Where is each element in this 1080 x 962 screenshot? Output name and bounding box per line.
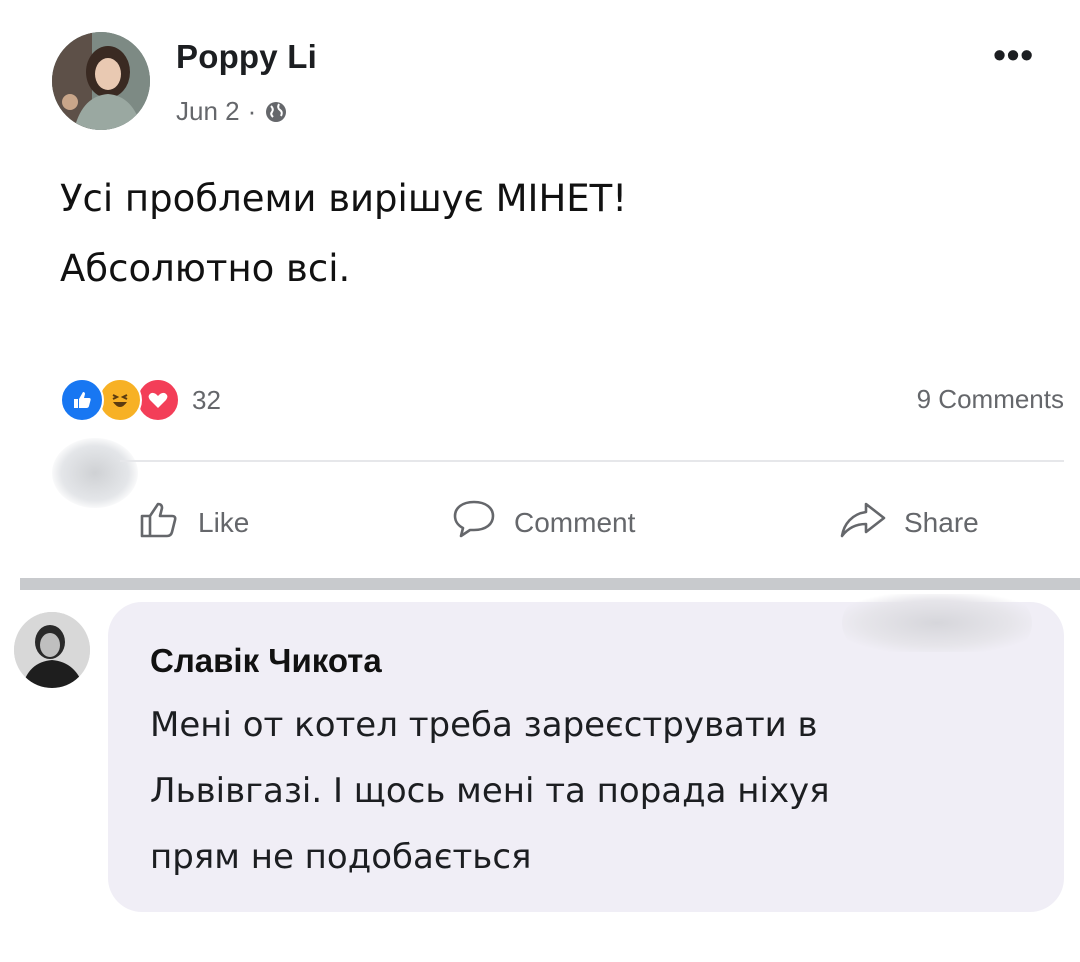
comment-text-line: прям не подобається bbox=[150, 837, 532, 877]
blurred-avatar bbox=[52, 438, 138, 508]
post-author-name[interactable]: Poppy Li bbox=[176, 38, 317, 76]
post-text-line: Усі проблеми вирішує МІНЕТ! bbox=[60, 177, 628, 220]
comment-button[interactable]: Comment bbox=[450, 496, 635, 549]
comment-text-line: Львівгазі. І щось мені та порада ніхуя bbox=[150, 771, 830, 811]
divider bbox=[120, 460, 1064, 462]
share-arrow-icon bbox=[838, 496, 888, 549]
commenter-name[interactable]: Славік Чикота bbox=[150, 642, 382, 680]
meta-separator: · bbox=[247, 96, 257, 126]
love-icon bbox=[136, 378, 180, 422]
reaction-count: 32 bbox=[192, 384, 221, 415]
post-meta: Jun 2 · bbox=[176, 96, 288, 127]
like-icon bbox=[60, 378, 104, 422]
post-date[interactable]: Jun 2 bbox=[176, 96, 240, 127]
share-label: Share bbox=[904, 506, 979, 538]
post-text-line: Абсолютно всі. bbox=[60, 247, 351, 290]
haha-icon bbox=[98, 378, 142, 422]
section-divider bbox=[20, 578, 1080, 590]
post-text: Усі проблеми вирішує МІНЕТ! Абсолютно вс… bbox=[60, 164, 960, 304]
like-button[interactable]: Like bbox=[136, 496, 249, 549]
comment-label: Comment bbox=[514, 506, 636, 538]
blurred-region bbox=[842, 594, 1032, 652]
comment-text: Мені от котел треба зареєструвати в Льві… bbox=[150, 692, 1030, 890]
like-label: Like bbox=[198, 506, 250, 538]
share-button[interactable]: Share bbox=[838, 496, 979, 549]
comments-count-link[interactable]: 9 Comments bbox=[917, 384, 1064, 415]
reactions-summary[interactable]: 32 bbox=[60, 378, 221, 422]
comment-text-line: Мені от котел треба зареєструвати в bbox=[150, 705, 818, 745]
thumbs-up-icon bbox=[136, 496, 182, 549]
globe-icon bbox=[264, 100, 288, 124]
author-avatar[interactable] bbox=[52, 32, 150, 130]
commenter-avatar[interactable] bbox=[14, 612, 90, 688]
speech-bubble-icon bbox=[450, 496, 498, 549]
more-options-button[interactable]: ••• bbox=[993, 34, 1034, 76]
